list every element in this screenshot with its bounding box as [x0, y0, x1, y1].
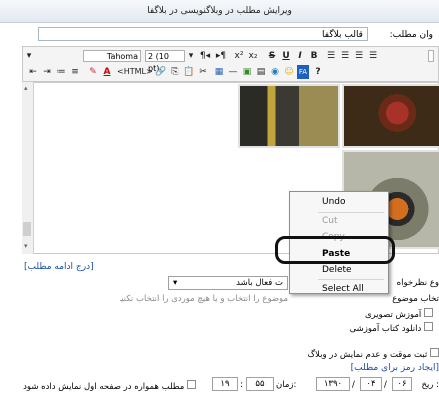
editor-toolbar: ▾ Tahoma 2 (10 pt) ▾ ¶◂ ▸¶ x² x₂ S U I B… [22, 46, 439, 82]
strikethrough-icon[interactable]: S [267, 49, 277, 63]
time-minute-input[interactable]: ۵۵ [246, 377, 274, 391]
category-label: تخاب موضوع [392, 294, 439, 304]
table-icon[interactable]: ▦ [213, 65, 225, 79]
password-link[interactable]: [ایجاد رمز برای مطلب] [351, 363, 439, 373]
date-day-input[interactable]: ۰۶ [392, 377, 412, 391]
help-icon[interactable]: ? [313, 65, 323, 79]
category-item-label: دانلود کتاب آموزشی [349, 324, 422, 334]
font-name-select[interactable]: Tahoma [83, 50, 141, 62]
rtl-icon[interactable]: ▸¶ [215, 49, 227, 63]
paste-icon[interactable]: 📋 [183, 65, 195, 79]
image-icon[interactable]: ▣ [241, 65, 253, 79]
align-right-icon[interactable]: ☰ [325, 49, 337, 63]
align-left-icon[interactable]: ☰ [353, 49, 365, 63]
numbered-list-icon[interactable]: ≡ [69, 65, 81, 79]
menu-item-select-all[interactable]: Select All [322, 284, 364, 294]
editor-scrollbar[interactable]: ▴ ▾ [22, 82, 34, 254]
comments-label: وع نظرخواه [396, 278, 439, 288]
comments-select-value: ت فعال باشد [236, 278, 283, 288]
post-title-input[interactable]: قالب بلاگفا [38, 27, 368, 41]
insert-continue-link[interactable]: [درج ادامه مطلب] [24, 262, 94, 272]
menu-item-undo[interactable]: Undo [322, 197, 346, 207]
window-title: ویرایش مطلب در وبلاگنویسی در بلاگفا [147, 6, 292, 16]
highlight-pen-icon[interactable]: ✎ [87, 65, 99, 79]
bullet-list-icon[interactable]: ≔ [55, 65, 67, 79]
bold-icon[interactable]: B [309, 49, 319, 63]
category-item-label: آموزش تصویری [364, 310, 422, 320]
always-show-label: مطلب همواره در صفحه اول نمایش داده شود [23, 382, 185, 392]
html-mode-button[interactable]: <HTML> [117, 65, 153, 79]
align-justify-icon[interactable]: ☰ [367, 49, 379, 63]
superscript-icon[interactable]: x² [233, 49, 245, 63]
copy-icon[interactable]: ⎘ [169, 65, 181, 79]
menu-item-delete[interactable]: Delete [322, 265, 352, 275]
post-title-label: وان مطلب: [389, 30, 433, 40]
time-hour-input[interactable]: ۱۹ [212, 377, 238, 391]
temp-save-label: ثبت موقت و عدم نمایش در وبلاگ [307, 350, 428, 360]
embedded-image-flower[interactable] [342, 84, 439, 148]
time-label: زمان: [276, 380, 297, 390]
temp-save-checkbox[interactable] [430, 348, 439, 357]
italic-icon[interactable]: I [295, 49, 305, 63]
link-icon[interactable]: 🔗 [155, 65, 167, 79]
cut-icon[interactable]: ✂ [197, 65, 209, 79]
subscript-icon[interactable]: x₂ [247, 49, 259, 63]
horizontal-rule-icon[interactable]: — [227, 65, 239, 79]
paste-highlight-annotation [275, 236, 395, 264]
underline-icon[interactable]: U [281, 49, 291, 63]
menu-separator [318, 212, 384, 213]
temp-save-option[interactable]: ثبت موقت و عدم نمایش در وبلاگ [307, 348, 439, 360]
scroll-down-icon[interactable]: ▾ [24, 242, 28, 250]
date-year-input[interactable]: ۱۳۹۰ [316, 377, 350, 391]
indent-icon[interactable]: ⇥ [41, 65, 53, 79]
scroll-thumb[interactable] [23, 222, 31, 236]
media-icon[interactable]: ▤ [255, 65, 267, 79]
fa-icon[interactable]: FA [297, 65, 309, 79]
menu-separator [318, 279, 384, 280]
menu-item-cut[interactable]: Cut [322, 216, 338, 226]
date-separator: / [352, 380, 355, 390]
time-separator: : [240, 380, 243, 390]
globe-icon[interactable]: ◉ [269, 65, 281, 79]
date-month-input[interactable]: ۰۴ [360, 377, 382, 391]
smiley-icon[interactable]: ☺ [283, 65, 295, 79]
window-header: ویرایش مطلب در وبلاگنویسی در بلاگفا [0, 0, 439, 23]
category-item-1[interactable]: آموزش تصویری [365, 308, 433, 320]
comments-select[interactable]: ت فعال باشد ▾ [168, 276, 288, 290]
chevron-down-icon: ▾ [173, 278, 178, 288]
date-separator: / [384, 380, 387, 390]
category-hint: موضوع را انتخاب و یا هیچ موردی را انتخاب… [120, 294, 288, 304]
always-show-checkbox[interactable] [187, 380, 196, 389]
font-size-select[interactable]: 2 (10 pt) [145, 50, 185, 73]
font-size-arrow-icon[interactable]: ▾ [187, 49, 195, 63]
category-checkbox[interactable] [424, 322, 433, 331]
outdent-icon[interactable]: ⇤ [27, 65, 39, 79]
always-show-option[interactable]: مطلب همواره در صفحه اول نمایش داده شود [6, 380, 196, 392]
text-color-icon[interactable]: A [101, 65, 113, 79]
scroll-up-icon[interactable]: ▴ [24, 84, 28, 92]
category-item-2[interactable]: دانلود کتاب آموزشی [350, 322, 433, 334]
ltr-icon[interactable]: ¶◂ [199, 49, 211, 63]
align-center-icon[interactable]: ☰ [339, 49, 351, 63]
embedded-image-template[interactable] [238, 84, 340, 148]
date-label: ریخ : [421, 380, 439, 390]
font-dropdown-arrow-icon[interactable]: ▾ [25, 49, 33, 63]
category-checkbox[interactable] [424, 308, 433, 317]
